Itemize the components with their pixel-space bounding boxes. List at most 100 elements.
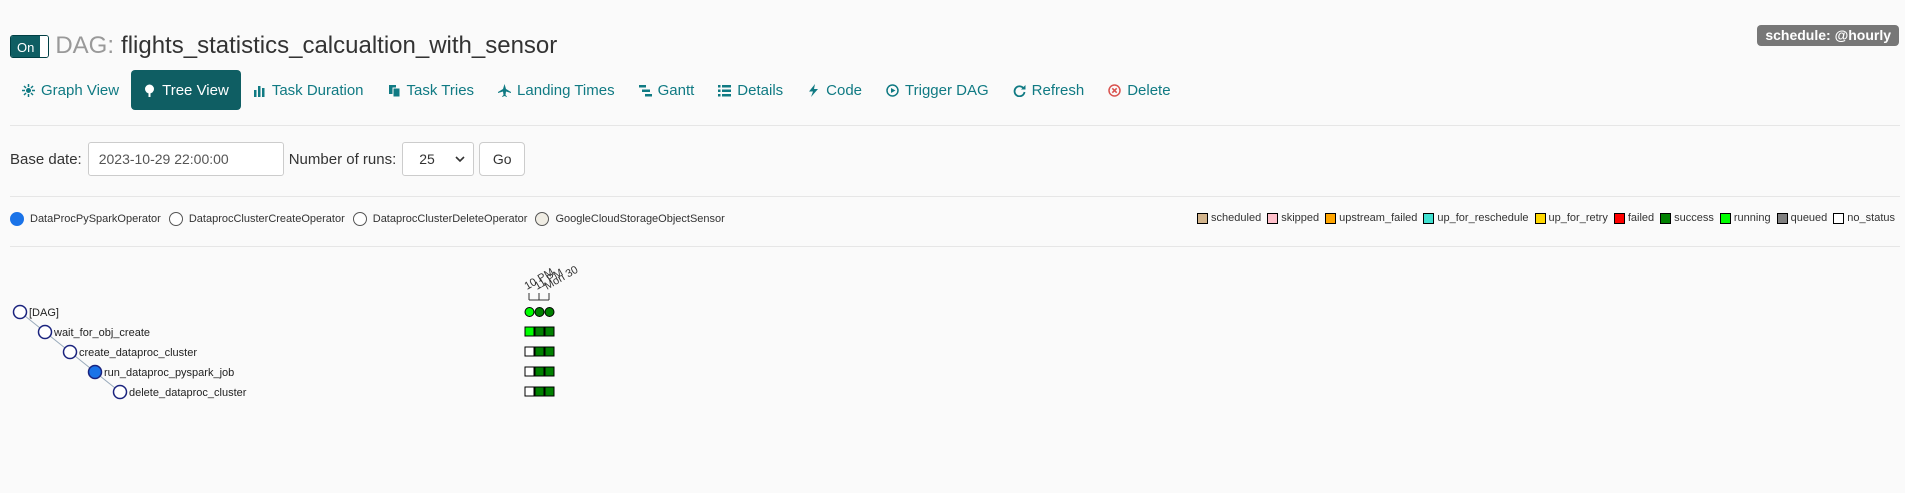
play-circle-icon xyxy=(886,83,899,97)
nav-task-duration[interactable]: Task Duration xyxy=(241,70,376,110)
task-instance-square[interactable] xyxy=(544,346,555,357)
nav-landing-times[interactable]: Landing Times xyxy=(486,70,627,110)
operator-label: DataprocClusterCreateOperator xyxy=(188,213,345,225)
task-instance-square[interactable] xyxy=(524,326,535,337)
base-date-input[interactable] xyxy=(87,142,284,176)
state-color-box xyxy=(1423,212,1435,224)
task-label: run_dataproc_pyspark_job xyxy=(104,367,234,379)
task-node[interactable] xyxy=(112,384,128,400)
operator-color-circle xyxy=(168,212,183,226)
dag-run-circle[interactable] xyxy=(544,307,555,317)
operator-legend-item: GoogleCloudStorageObjectSensor xyxy=(535,212,725,226)
remove-circle-icon xyxy=(1108,83,1121,97)
operator-label: DataProcPySparkOperator xyxy=(30,213,161,225)
state-label: success xyxy=(1674,212,1714,224)
state-color-box xyxy=(1833,212,1845,224)
graph-icon xyxy=(22,83,35,97)
dag-name: flights_statistics_calcualtion_with_sens… xyxy=(121,32,558,59)
nav-label: Gantt xyxy=(657,81,695,99)
state-color-box xyxy=(1660,212,1672,224)
state-label: upstream_failed xyxy=(1339,212,1418,224)
operator-legend-item: DataprocClusterDeleteOperator xyxy=(352,212,528,226)
task-instance-square[interactable] xyxy=(524,366,535,377)
task-node[interactable] xyxy=(62,344,78,360)
nav-label: Delete xyxy=(1127,81,1171,99)
task-instance-square[interactable] xyxy=(544,326,555,337)
dag-title-row: On DAG: flights_statistics_calcualtion_w… xyxy=(10,32,557,60)
list-icon xyxy=(718,84,732,96)
schedule-badge: schedule: @hourly xyxy=(1757,25,1899,46)
state-legend-item: up_for_reschedule xyxy=(1423,212,1529,224)
operator-legend-item: DataprocClusterCreateOperator xyxy=(168,212,345,226)
tree-view: 10 PM 11 PM Mon 30 [DAG] wait_for_obj_create… xyxy=(0,260,600,420)
task-label: wait_for_obj_create xyxy=(53,327,150,339)
toggle-knob xyxy=(39,35,49,57)
nav-task-tries[interactable]: Task Tries xyxy=(376,70,487,110)
refresh-icon xyxy=(1013,84,1026,97)
task-node[interactable] xyxy=(37,324,53,340)
num-runs-value: 25 xyxy=(419,151,435,167)
state-color-box xyxy=(1325,212,1337,224)
flash-icon xyxy=(809,83,819,97)
state-legend-item: running xyxy=(1719,212,1771,224)
nav-graph-view[interactable]: Graph View xyxy=(10,70,131,110)
task-node[interactable] xyxy=(87,364,103,380)
state-legend-item: upstream_failed xyxy=(1325,212,1417,224)
state-color-box xyxy=(1776,212,1788,224)
dag-run-circle[interactable] xyxy=(534,307,545,317)
operator-color-circle xyxy=(535,212,550,226)
nav-label: Refresh xyxy=(1031,81,1085,99)
state-color-box xyxy=(1197,212,1209,224)
task-instance-square[interactable] xyxy=(544,386,555,397)
dag-run-circle[interactable] xyxy=(524,307,535,317)
go-button[interactable]: Go xyxy=(479,142,526,176)
task-instance-square[interactable] xyxy=(534,326,545,337)
task-instance-square[interactable] xyxy=(544,366,555,377)
state-label: skipped xyxy=(1281,212,1320,224)
nav-label: Details xyxy=(737,81,784,99)
nav-gantt[interactable]: Gantt xyxy=(627,70,707,110)
gantt-icon xyxy=(638,84,652,96)
dag-pause-toggle[interactable]: On xyxy=(10,34,50,58)
nav-label: Task Tries xyxy=(406,81,475,99)
nav-label: Landing Times xyxy=(517,81,615,99)
task-instance-square[interactable] xyxy=(534,386,545,397)
task-label: delete_dataproc_cluster xyxy=(129,387,247,399)
task-instance-square[interactable] xyxy=(524,386,535,397)
dag-view-nav: Graph View Tree View Task Duration Task Tri… xyxy=(10,70,1183,110)
operator-color-circle xyxy=(10,212,24,226)
nav-code[interactable]: Code xyxy=(795,70,874,110)
nav-tree-view[interactable]: Tree View xyxy=(131,70,241,110)
state-label: scheduled xyxy=(1211,212,1262,224)
state-color-box xyxy=(1613,212,1625,224)
nav-trigger-dag[interactable]: Trigger DAG xyxy=(874,70,1001,110)
num-runs-select[interactable]: 25 xyxy=(402,142,475,176)
task-instance-square[interactable] xyxy=(524,346,535,357)
state-legend-item: skipped xyxy=(1267,212,1319,224)
operator-legend: DataProcPySparkOperator DataprocClusterCr… xyxy=(10,212,733,226)
divider xyxy=(10,246,1900,247)
state-legend-item: success xyxy=(1660,212,1714,224)
nav-delete[interactable]: Delete xyxy=(1096,70,1182,110)
task-instance-square[interactable] xyxy=(534,346,545,357)
operator-label: DataprocClusterDeleteOperator xyxy=(372,213,528,225)
state-legend: scheduled skipped upstream_failed up_for_re… xyxy=(1191,212,1895,224)
nav-refresh[interactable]: Refresh xyxy=(1001,70,1097,110)
dag-node[interactable] xyxy=(12,304,28,320)
tree-svg: 10 PM11 PMMon 30[DAG]wait_for_obj_create… xyxy=(12,264,580,400)
nav-label: Task Duration xyxy=(271,81,364,99)
task-instance-square[interactable] xyxy=(534,366,545,377)
nav-label: Tree View xyxy=(162,81,229,99)
tree-view-form: Base date: Number of runs: 25 Go xyxy=(10,142,526,176)
nav-details[interactable]: Details xyxy=(706,70,795,110)
state-label: no_status xyxy=(1847,212,1895,224)
state-label: running xyxy=(1733,212,1771,224)
state-legend-item: no_status xyxy=(1833,212,1895,224)
plane-icon xyxy=(498,83,512,97)
bar-chart-icon xyxy=(253,85,265,97)
nav-label: Code xyxy=(826,81,863,99)
base-date-label: Base date: xyxy=(10,150,82,168)
state-label: failed xyxy=(1627,212,1655,224)
state-color-box xyxy=(1719,212,1731,224)
nav-label: Trigger DAG xyxy=(905,81,989,99)
